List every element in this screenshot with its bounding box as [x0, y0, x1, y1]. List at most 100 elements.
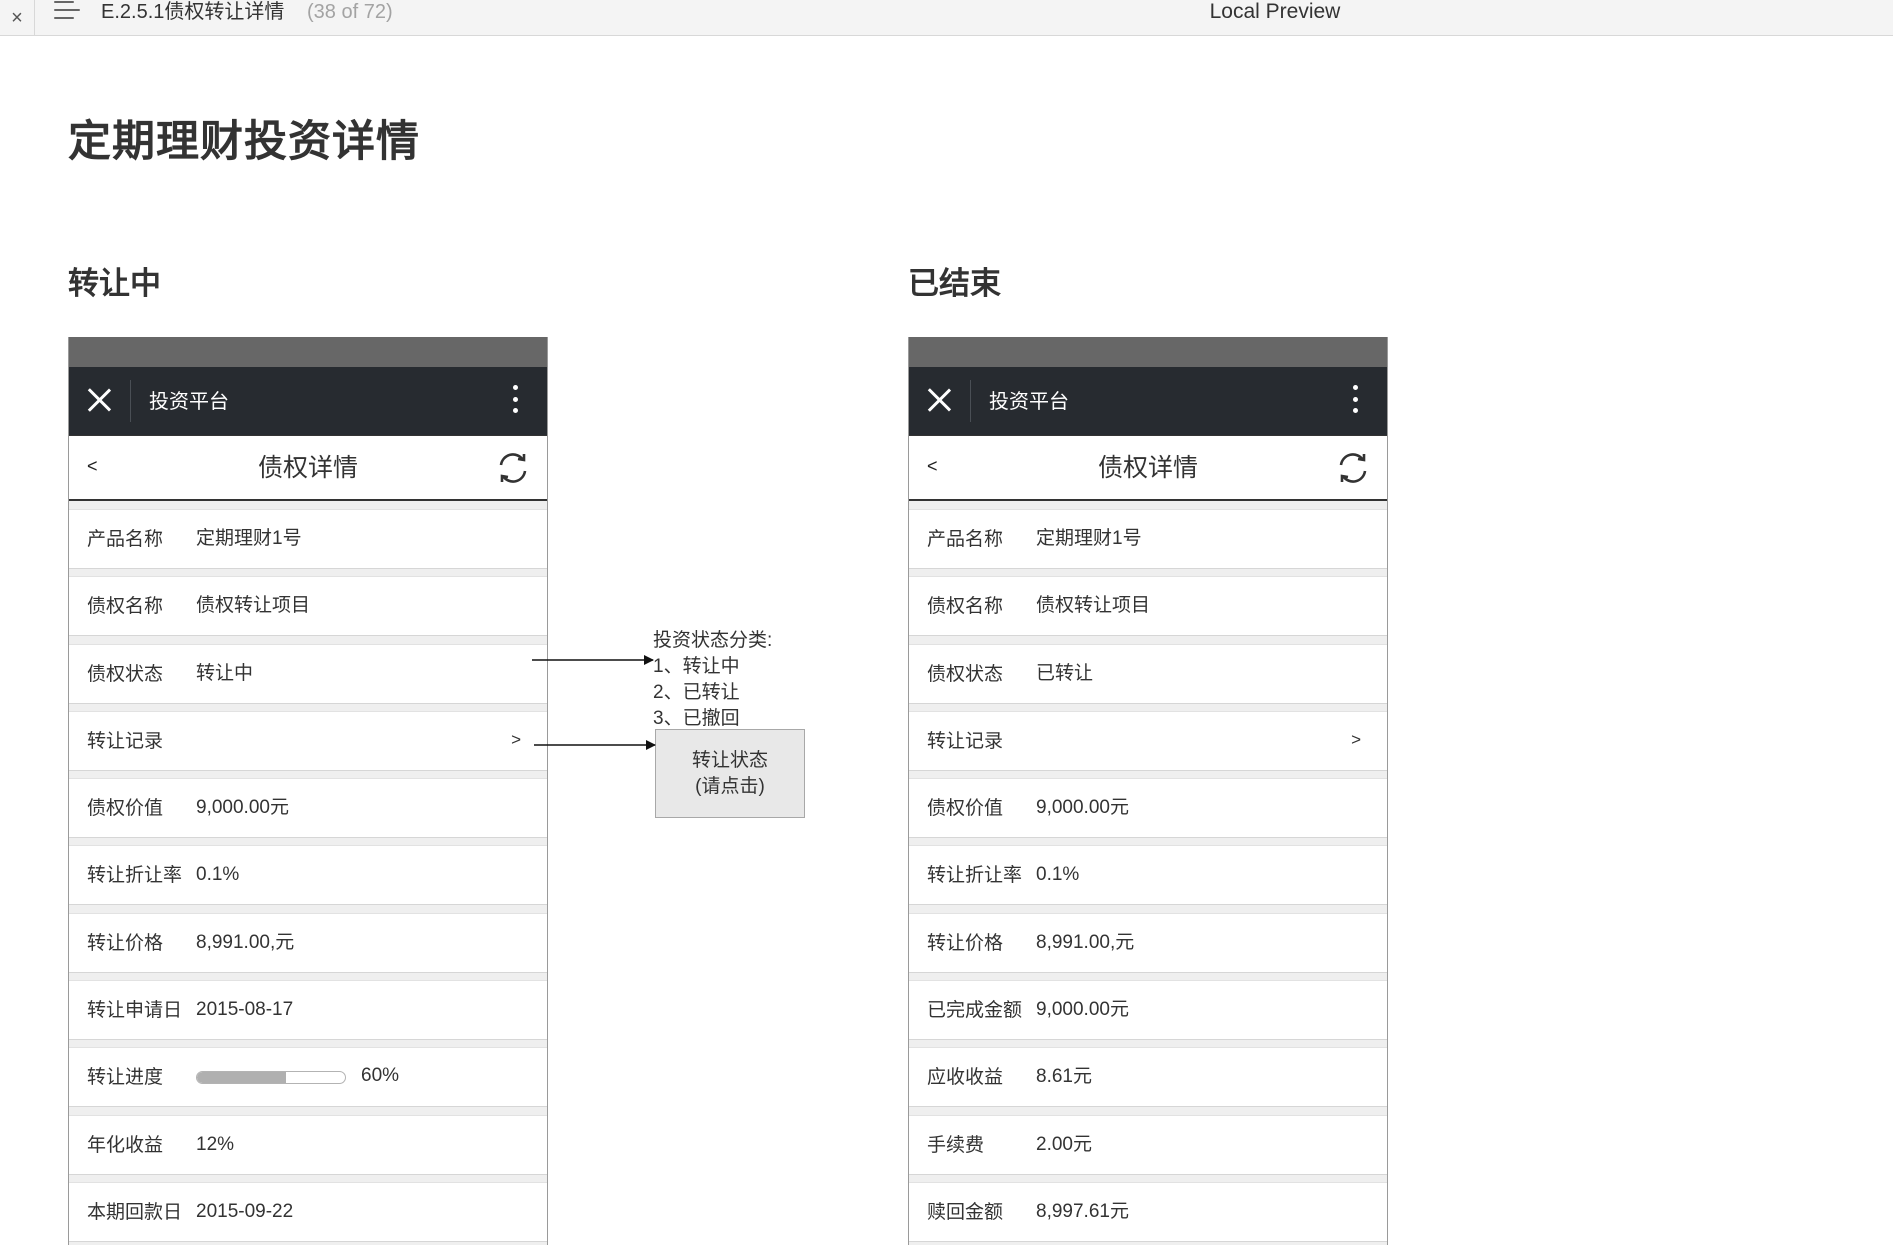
refresh-icon[interactable] — [1336, 451, 1370, 485]
status-classification-note: 投资状态分类: 1、转让中 2、已转让 3、已撤回 — [653, 628, 772, 732]
row-value: 已转让 — [1036, 662, 1094, 684]
document-title: E.2.5.1债权转让详情 — [101, 1, 285, 23]
progress-fill — [197, 1072, 286, 1084]
page-title: 定期理财投资详情 — [68, 118, 420, 166]
row-label: 转让价格 — [927, 932, 1004, 954]
nav-title: 债权详情 — [1097, 454, 1198, 482]
row-claim-value: 债权价值 9,000.00元 — [69, 778, 547, 839]
row-label: 转让折让率 — [927, 865, 1023, 887]
row-claim-status: 债权状态 已转让 — [909, 643, 1387, 704]
divider — [970, 380, 971, 422]
section-title-transferring: 转让中 — [68, 266, 161, 301]
page-counter: (38 of 72) — [307, 1, 393, 23]
row-value: 2015-08-17 — [196, 999, 294, 1021]
row-discount-rate: 转让折让率 0.1% — [909, 845, 1387, 906]
row-transfer-record[interactable]: 转让记录 > — [69, 710, 547, 771]
more-options-icon[interactable] — [1353, 385, 1359, 417]
row-apply-date: 转让申请日 2015-08-17 — [69, 980, 547, 1041]
row-discount-rate: 转让折让率 0.1% — [69, 845, 547, 906]
nav-title: 债权详情 — [257, 454, 358, 482]
row-repayment-date: 本期回款日 2015-09-22 — [69, 1181, 547, 1242]
phone-mockup-finished: 投资平台 < 债权详情 产品名称 定期理财1号 债权名称 债权转让项目 债权状态… — [908, 337, 1388, 1245]
app-name: 投资平台 — [989, 391, 1069, 413]
detail-list: 产品名称 定期理财1号 债权名称 债权转让项目 债权状态 转让中 转让记录 > … — [69, 501, 547, 1242]
row-label: 产品名称 — [927, 529, 1004, 550]
progress-percent: 60% — [361, 1065, 400, 1087]
row-claim-name: 债权名称 债权转让项目 — [909, 576, 1387, 637]
app-bar: 投资平台 — [69, 367, 547, 435]
row-label: 转让记录 — [927, 730, 1004, 752]
section-title-finished: 已结束 — [908, 266, 1001, 301]
row-redeem-amount: 赎回金额 8,997.61元 — [909, 1181, 1387, 1242]
row-value: 0.1% — [1036, 864, 1080, 886]
progress-bar — [196, 1071, 346, 1085]
row-fee: 手续费 2.00元 — [909, 1114, 1387, 1175]
row-value: 定期理财1号 — [196, 528, 302, 549]
status-bar — [69, 337, 547, 367]
row-claim-name: 债权名称 债权转让项目 — [69, 576, 547, 637]
preview-label: Local Preview — [1209, 0, 1341, 23]
row-value: 0.1% — [196, 864, 240, 886]
phone-mockup-transferring: 投资平台 < 债权详情 产品名称 定期理财1号 债权名称 债权转让项目 债权状态… — [68, 337, 548, 1245]
close-icon[interactable] — [86, 387, 112, 413]
note-line: 2、已转让 — [653, 682, 740, 703]
row-label: 手续费 — [927, 1134, 985, 1156]
button-label-line2: (请点击) — [695, 775, 765, 797]
row-completed-amount: 已完成金额 9,000.00元 — [909, 980, 1387, 1041]
row-label: 债权状态 — [927, 663, 1004, 685]
chevron-right-icon: > — [1351, 729, 1361, 749]
row-transfer-progress: 转让进度 60% — [69, 1047, 547, 1108]
row-label: 转让进度 — [87, 1067, 164, 1089]
status-bar — [909, 337, 1387, 367]
row-label: 已完成金额 — [927, 1000, 1023, 1022]
button-label-line1: 转让状态 — [691, 749, 768, 771]
row-label: 赎回金额 — [927, 1201, 1004, 1223]
row-value: 8,997.61元 — [1036, 1200, 1129, 1222]
close-icon[interactable] — [926, 387, 952, 413]
row-label: 本期回款日 — [87, 1201, 183, 1223]
row-value: 8,991.00,元 — [1036, 931, 1135, 953]
row-claim-value: 债权价值 9,000.00元 — [909, 778, 1387, 839]
row-value: 8,991.00,元 — [196, 931, 295, 953]
close-icon[interactable]: × — [0, 0, 35, 35]
row-label: 债权状态 — [87, 663, 164, 685]
row-value: 9,000.00元 — [1036, 999, 1129, 1021]
row-product-name: 产品名称 定期理财1号 — [69, 509, 547, 569]
row-value: 8.61元 — [1036, 1066, 1092, 1088]
row-claim-status: 债权状态 转让中 — [69, 643, 547, 704]
row-value: 转让中 — [196, 662, 254, 684]
row-label: 应收收益 — [927, 1067, 1004, 1089]
row-transfer-record[interactable]: 转让记录 > — [909, 710, 1387, 771]
row-label: 年化收益 — [87, 1134, 164, 1156]
row-value: 9,000.00元 — [1036, 797, 1129, 819]
row-transfer-price: 转让价格 8,991.00,元 — [909, 912, 1387, 973]
chevron-right-icon: > — [511, 729, 521, 749]
menu-icon[interactable] — [54, 0, 80, 25]
row-label: 债权名称 — [87, 596, 164, 618]
row-value: 9,000.00元 — [196, 797, 289, 819]
nav-bar: < 债权详情 — [69, 435, 547, 501]
note-line: 投资状态分类: — [653, 630, 773, 651]
note-line: 1、转让中 — [653, 656, 740, 677]
refresh-icon[interactable] — [496, 451, 530, 485]
row-product-name: 产品名称 定期理财1号 — [909, 509, 1387, 569]
row-label: 债权价值 — [927, 798, 1004, 820]
detail-list: 产品名称 定期理财1号 债权名称 债权转让项目 债权状态 已转让 转让记录 > … — [909, 501, 1387, 1242]
row-label: 债权名称 — [927, 596, 1004, 618]
row-annual-yield: 年化收益 12% — [69, 1114, 547, 1175]
row-value: 债权转让项目 — [196, 595, 311, 617]
transfer-status-button[interactable]: 转让状态 (请点击) — [655, 729, 805, 818]
row-label: 转让记录 — [87, 730, 164, 752]
row-value: 2015-09-22 — [196, 1200, 294, 1222]
more-options-icon[interactable] — [513, 385, 519, 417]
row-label: 转让价格 — [87, 932, 164, 954]
divider — [130, 380, 131, 422]
row-value: 12% — [196, 1133, 235, 1155]
row-value: 债权转让项目 — [1036, 595, 1151, 617]
row-label: 转让折让率 — [87, 865, 183, 887]
row-value: 2.00元 — [1036, 1133, 1092, 1155]
app-name: 投资平台 — [149, 391, 229, 413]
row-transfer-price: 转让价格 8,991.00,元 — [69, 912, 547, 973]
row-label: 产品名称 — [87, 529, 164, 550]
row-label: 债权价值 — [87, 798, 164, 820]
